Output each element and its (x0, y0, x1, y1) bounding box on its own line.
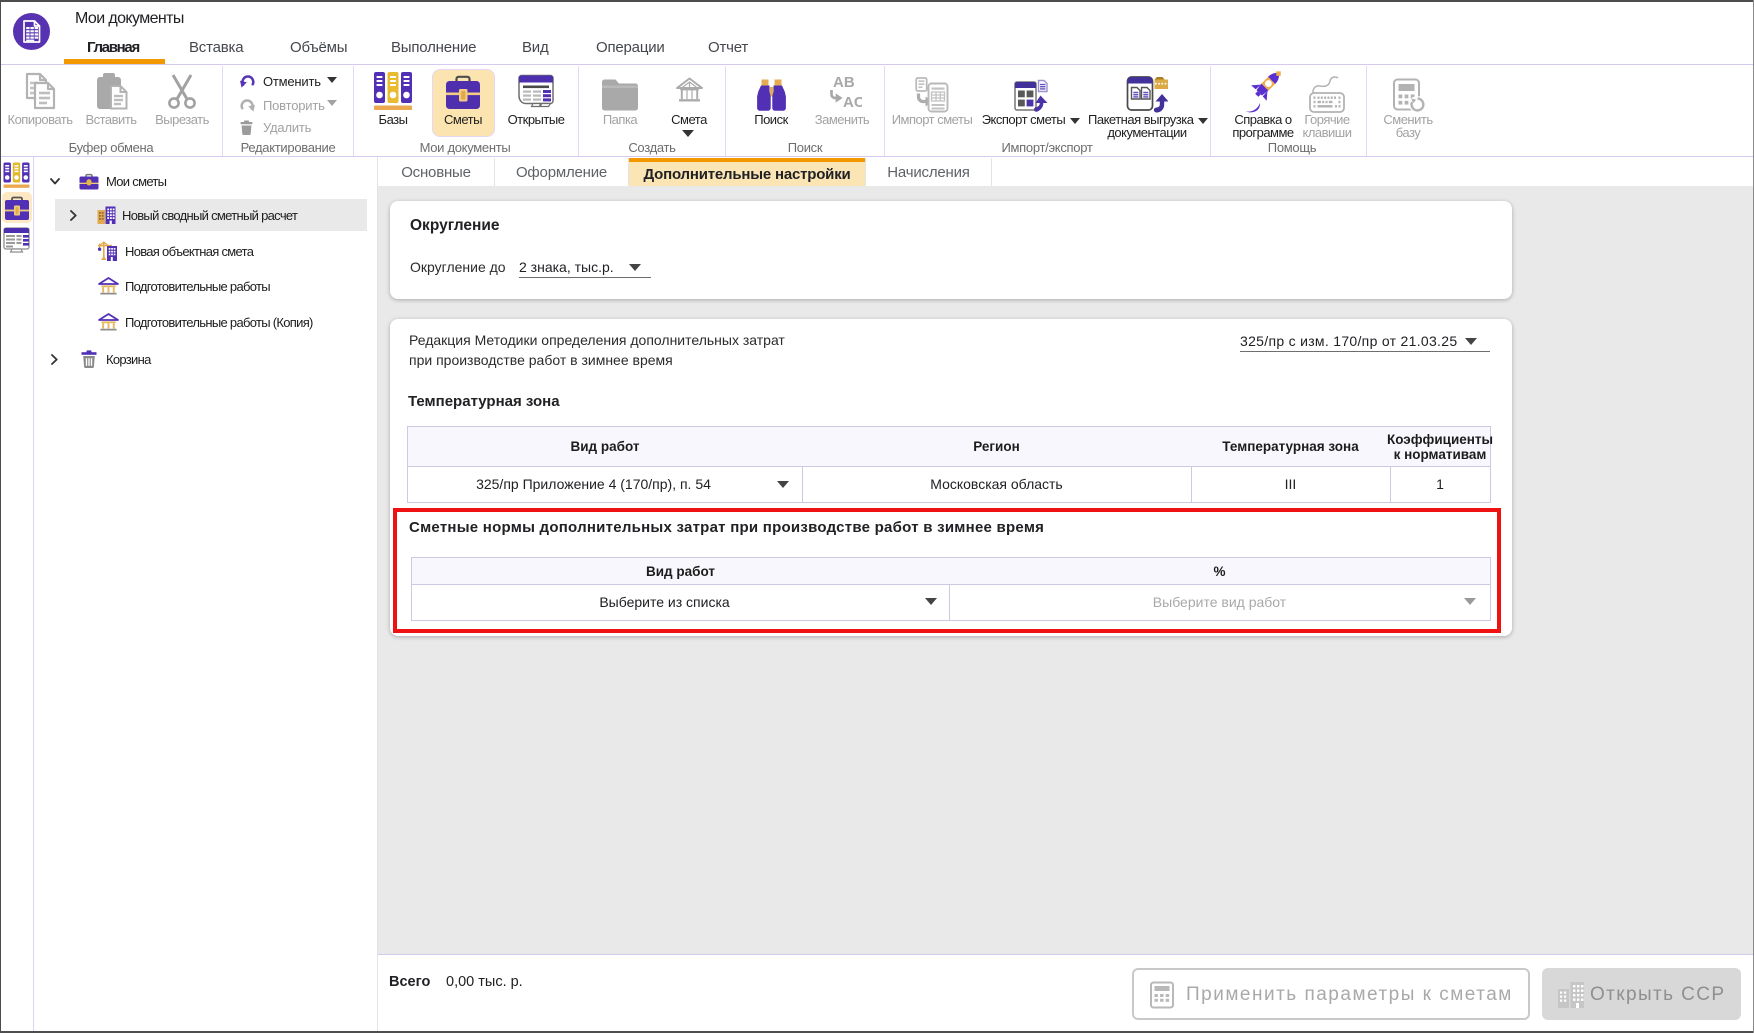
svg-text:AC: AC (843, 94, 862, 111)
svg-text:AB: AB (833, 74, 855, 91)
